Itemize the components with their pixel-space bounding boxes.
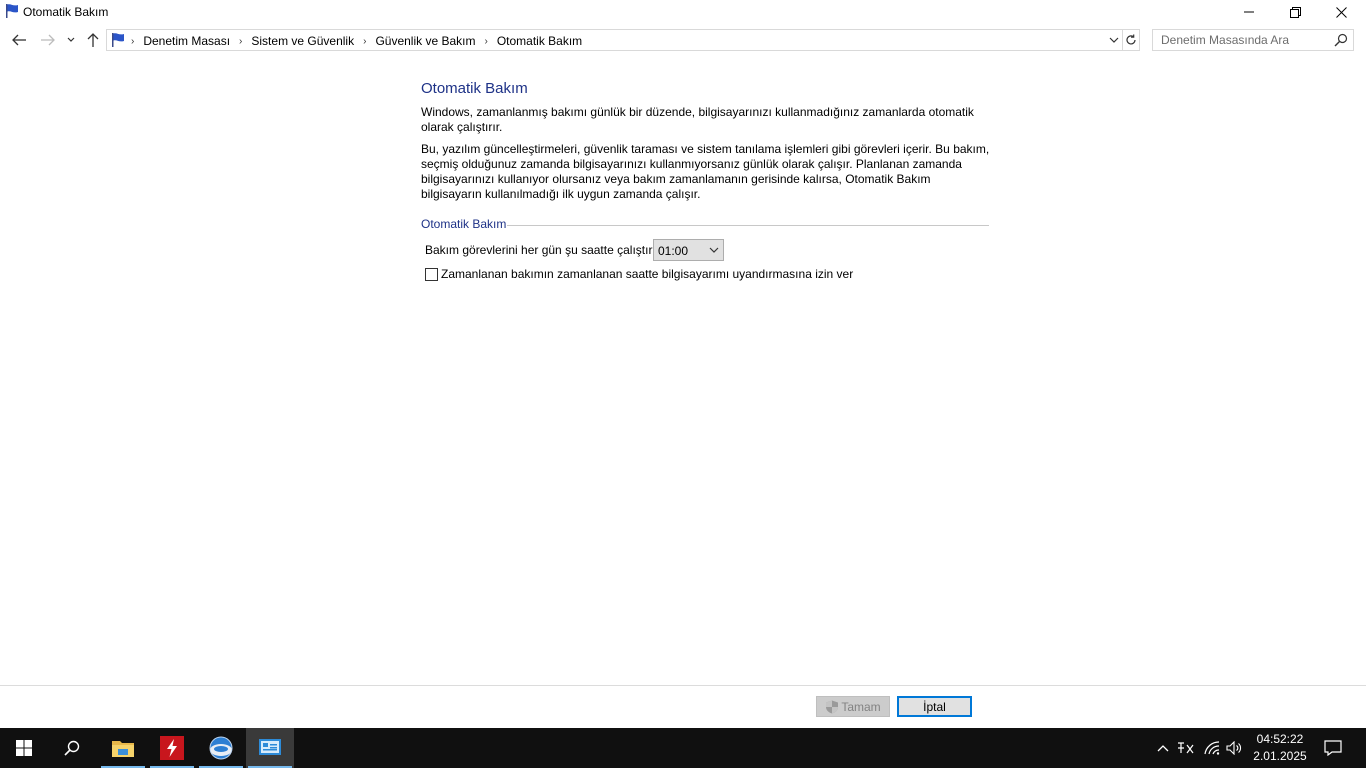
- forward-button[interactable]: [38, 30, 58, 50]
- maintenance-time-select[interactable]: 01:00: [653, 239, 724, 261]
- breadcrumb-denetim-masasi[interactable]: Denetim Masası: [143, 34, 230, 48]
- address-bar[interactable]: › Denetim Masası › Sistem ve Güvenlik › …: [106, 29, 1123, 51]
- ok-button[interactable]: Tamam: [816, 696, 890, 717]
- start-button[interactable]: [0, 728, 48, 768]
- taskbar-control-panel[interactable]: [246, 728, 294, 768]
- notification-icon: [1324, 740, 1342, 756]
- search-icon: [64, 740, 80, 756]
- maintenance-time-value: 01:00: [658, 244, 689, 258]
- uac-shield-icon: [826, 700, 839, 713]
- intro-paragraph: Windows, zamanlanmış bakımı günlük bir d…: [421, 105, 974, 134]
- wake-computer-checkbox[interactable]: [425, 268, 438, 281]
- action-center-button[interactable]: [1318, 728, 1348, 768]
- minimize-button[interactable]: [1226, 0, 1272, 24]
- taskbar-clock[interactable]: 04:52:22 2.01.2025: [1250, 731, 1310, 765]
- footer-divider: [0, 685, 1366, 686]
- group-title: Otomatik Bakım: [421, 217, 509, 231]
- breadcrumb-guvenlik-ve-bakim[interactable]: Güvenlik ve Bakım: [375, 34, 475, 48]
- breadcrumb: › Denetim Masası › Sistem ve Güvenlik › …: [131, 34, 582, 48]
- chevron-down-icon: [709, 247, 719, 253]
- close-button[interactable]: [1318, 0, 1364, 24]
- minimize-icon: [1244, 11, 1254, 13]
- flash-icon: [160, 736, 184, 760]
- show-hidden-icons-button[interactable]: [1153, 728, 1173, 768]
- back-button[interactable]: [9, 30, 29, 50]
- folder-icon: [112, 741, 134, 757]
- chevron-up-icon: [1157, 745, 1169, 752]
- taskbar-browser[interactable]: [197, 728, 245, 768]
- taskbar: 04:52:22 2.01.2025: [0, 728, 1366, 768]
- windows-logo-icon: [16, 740, 32, 756]
- cancel-button[interactable]: İptal: [897, 696, 972, 717]
- chevron-right-icon[interactable]: ›: [484, 36, 487, 47]
- restore-icon: [1289, 6, 1301, 18]
- details-paragraph: Bu, yazılım güncelleştirmeleri, güvenlik…: [421, 142, 990, 201]
- ok-button-label: Tamam: [841, 699, 881, 714]
- arrow-left-icon: [12, 34, 26, 46]
- network-icon: [1204, 741, 1220, 755]
- address-history-dropdown[interactable]: [1107, 32, 1121, 48]
- maintenance-group-header: Otomatik Bakım: [421, 217, 991, 233]
- chevron-down-icon: [1109, 37, 1119, 43]
- taskbar-flash-app[interactable]: [148, 728, 196, 768]
- restore-button[interactable]: [1272, 0, 1318, 24]
- chevron-right-icon[interactable]: ›: [239, 36, 242, 47]
- maintenance-time-label: Bakım görevlerini her gün şu saatte çalı…: [425, 243, 653, 257]
- input-indicator[interactable]: [1175, 728, 1197, 768]
- keyboard-language-icon: [1178, 742, 1194, 754]
- window-title: Otomatik Bakım: [23, 5, 109, 19]
- chevron-right-icon[interactable]: ›: [363, 36, 366, 47]
- speaker-icon: [1226, 741, 1241, 755]
- browser-globe-icon: [209, 736, 233, 760]
- maintenance-flag-icon: [112, 33, 124, 47]
- clock-date: 2.01.2025: [1253, 749, 1307, 763]
- arrow-up-icon: [87, 33, 99, 47]
- wake-computer-row: Zamanlanan bakımın zamanlanan saatte bil…: [421, 266, 991, 282]
- main-content: Otomatik Bakım Windows, zamanlanmış bakı…: [421, 80, 991, 282]
- maintenance-flag-icon: [6, 4, 18, 18]
- wake-computer-label[interactable]: Zamanlanan bakımın zamanlanan saatte bil…: [441, 267, 853, 281]
- chevron-down-icon: [67, 37, 75, 42]
- network-button[interactable]: [1201, 728, 1223, 768]
- group-divider: [507, 225, 989, 226]
- clock-time: 04:52:22: [1256, 732, 1304, 746]
- search-input[interactable]: [1153, 30, 1333, 50]
- close-icon: [1335, 6, 1347, 18]
- control-panel-icon: [259, 739, 281, 755]
- breadcrumb-otomatik-bakim[interactable]: Otomatik Bakım: [497, 34, 582, 48]
- refresh-button[interactable]: [1123, 29, 1140, 51]
- chevron-right-icon[interactable]: ›: [131, 36, 134, 47]
- volume-button[interactable]: [1224, 728, 1244, 768]
- search-box[interactable]: [1152, 29, 1354, 51]
- up-button[interactable]: [83, 30, 103, 50]
- taskbar-search-button[interactable]: [48, 728, 96, 768]
- taskbar-file-explorer[interactable]: [99, 728, 147, 768]
- arrow-right-icon: [41, 34, 55, 46]
- page-title: Otomatik Bakım: [421, 80, 528, 97]
- title-bar: Otomatik Bakım: [0, 0, 1366, 24]
- cancel-button-label: İptal: [923, 699, 946, 714]
- breadcrumb-sistem-ve-guvenlik[interactable]: Sistem ve Güvenlik: [251, 34, 354, 48]
- search-icon[interactable]: [1334, 33, 1348, 47]
- refresh-icon: [1126, 34, 1136, 45]
- maintenance-time-row: Bakım görevlerini her gün şu saatte çalı…: [421, 239, 991, 261]
- navigation-bar: › Denetim Masası › Sistem ve Güvenlik › …: [0, 26, 1366, 54]
- recent-locations-button[interactable]: [63, 30, 79, 50]
